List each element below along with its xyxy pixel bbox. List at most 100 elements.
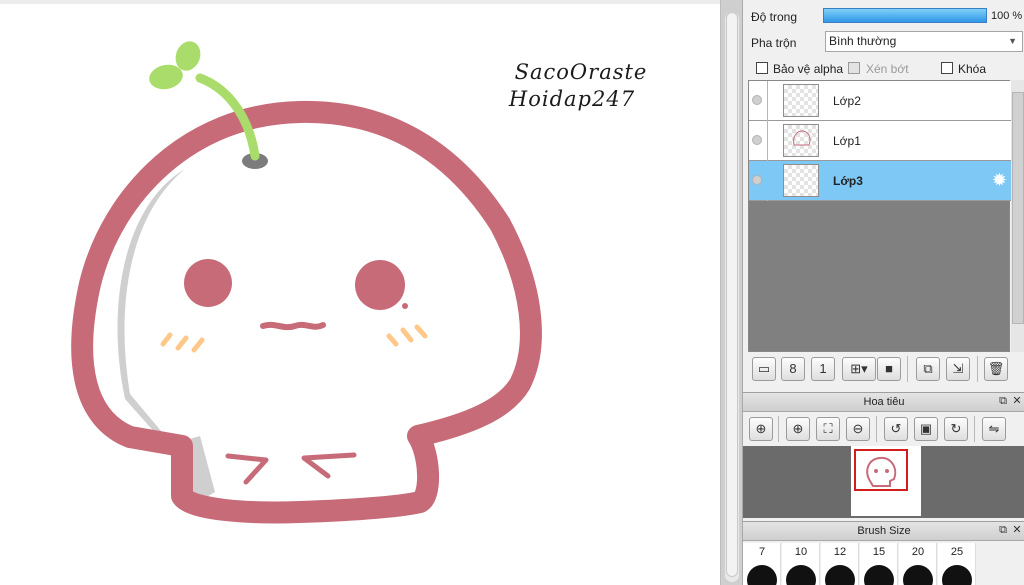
brush-size-15[interactable]: 15: [860, 543, 898, 585]
mouth: [260, 321, 326, 331]
layer-thumbnail-drawing: [793, 130, 811, 146]
toolbar-separator: [778, 416, 779, 442]
opacity-label: Độ trong: [751, 10, 798, 24]
protect-alpha-checkbox[interactable]: [756, 62, 768, 74]
brush-size-label: 12: [833, 546, 847, 558]
zoom-actual-icon[interactable]: ⊕: [749, 417, 773, 441]
clipping-checkbox[interactable]: [848, 62, 860, 74]
new-1bit-layer-icon[interactable]: 1: [811, 357, 835, 381]
chevron-down-icon: ▼: [1008, 36, 1017, 46]
add-layer-menu-icon[interactable]: ⊞▾: [842, 357, 876, 381]
brush-size-label: 7: [758, 546, 766, 558]
zoom-in-icon[interactable]: ⊕: [786, 417, 810, 441]
scrollbar-thumb[interactable]: [726, 12, 738, 577]
blend-mode-value: Bình thường: [829, 34, 897, 48]
blush-left: [160, 332, 205, 353]
layer-list-scrollbar[interactable]: [1011, 80, 1024, 352]
opacity-value: 100 %: [991, 10, 1023, 22]
duplicate-layer-icon[interactable]: ⧉: [916, 357, 940, 381]
new-8bit-layer-label: 8: [789, 361, 797, 376]
flip-horizontal-icon[interactable]: ⇋: [982, 417, 1006, 441]
brush-size-label: 15: [872, 546, 886, 558]
fit-window-icon[interactable]: ⛶: [816, 417, 840, 441]
zoom-out-icon[interactable]: ⊖: [846, 417, 870, 441]
brush-size-10[interactable]: 10: [782, 543, 820, 585]
brush-size-25[interactable]: 25: [938, 543, 976, 585]
opacity-slider[interactable]: [823, 8, 987, 23]
divider: [767, 81, 768, 121]
brush-size-20[interactable]: 20: [899, 543, 937, 585]
rotate-left-icon[interactable]: ↺: [884, 417, 908, 441]
brush-dot: [942, 565, 972, 585]
left-eye: [184, 259, 232, 307]
divider: [767, 121, 768, 161]
layer-row-lop2[interactable]: Lớp2: [749, 81, 1011, 121]
layer-row-lop1[interactable]: Lớp1: [749, 121, 1011, 161]
brush-size-label: 20: [911, 546, 925, 558]
left-foot-mark: [225, 453, 269, 485]
close-icon[interactable]: ✕: [1011, 395, 1023, 407]
layer-name: Lớp2: [833, 94, 861, 108]
right-foot-mark: [301, 452, 357, 479]
blush-right: [386, 324, 428, 347]
layer-panel: Độ trong 100 % Pha trộn Bình thường ▼ Bả…: [742, 0, 1024, 585]
canvas-vertical-scrollbar[interactable]: [725, 12, 739, 582]
layer-thumbnail: [783, 84, 819, 117]
blend-mode-select[interactable]: Bình thường ▼: [825, 31, 1023, 52]
brush-dot: [747, 565, 777, 585]
canvas-scrollbar-track: [720, 0, 742, 585]
layer-row-lop3[interactable]: Lớp3 ✹: [749, 161, 1011, 201]
reset-rotation-icon[interactable]: ▣: [914, 417, 938, 441]
visibility-icon[interactable]: [752, 175, 762, 185]
brush-dot: [825, 565, 855, 585]
layer-thumbnail: [783, 124, 819, 157]
toolbar-separator: [876, 416, 877, 442]
scrollbar-thumb[interactable]: [1012, 92, 1024, 324]
clipping-label: Xén bớt: [866, 62, 909, 76]
toolbar-separator: [907, 356, 908, 382]
delete-layer-icon[interactable]: 🗑: [984, 357, 1008, 381]
lock-checkbox[interactable]: [941, 62, 953, 74]
brush-dot: [903, 565, 933, 585]
navigator-thumbnail: [851, 446, 921, 516]
popout-icon[interactable]: ⧉: [997, 524, 1009, 536]
brush-size-header: Brush Size ⧉ ✕: [743, 521, 1024, 541]
brush-size-12[interactable]: 12: [821, 543, 859, 585]
toolbar-separator: [977, 356, 978, 382]
new-layer-icon[interactable]: ▭: [752, 357, 776, 381]
brush-size-list: 7 10 12 15 20 25: [743, 543, 1009, 585]
popout-icon[interactable]: ⧉: [997, 395, 1009, 407]
brush-size-label: 10: [794, 546, 808, 558]
brush-dot: [786, 565, 816, 585]
navigator-header: Hoa tiêu ⧉ ✕: [743, 392, 1024, 412]
drawing-canvas[interactable]: SacoOraste Hoidap247: [0, 0, 720, 585]
layer-name: Lớp3: [833, 174, 863, 188]
layer-name: Lớp1: [833, 134, 861, 148]
gear-icon[interactable]: ✹: [992, 171, 1007, 189]
navigator-preview[interactable]: [743, 446, 1024, 518]
brush-size-label: 25: [950, 546, 964, 558]
merge-down-icon[interactable]: ⇲: [946, 357, 970, 381]
new-folder-icon[interactable]: ■: [877, 357, 901, 381]
mole-dot: [402, 303, 408, 309]
toolbar-separator: [974, 416, 975, 442]
visibility-icon[interactable]: [752, 135, 762, 145]
layer-thumbnail: [783, 164, 819, 197]
navigator-viewport-frame[interactable]: [854, 449, 908, 491]
signature-watermark: SacoOraste Hoidap247: [486, 59, 676, 113]
divider: [767, 161, 768, 201]
brush-size-7[interactable]: 7: [743, 543, 781, 585]
new-8bit-layer-icon[interactable]: 8: [781, 357, 805, 381]
app-window: SacoOraste Hoidap247 Độ trong 100 % Pha …: [0, 0, 1024, 585]
brush-dot: [864, 565, 894, 585]
layer-list: Lớp2 Lớp1 Lớp3 ✹: [748, 80, 1011, 352]
brush-size-title: Brush Size: [857, 525, 911, 537]
right-eye: [355, 260, 405, 310]
signature-line-2: Hoidap247: [508, 87, 636, 111]
navigator-title: Hoa tiêu: [863, 396, 905, 408]
lock-label: Khóa: [958, 62, 987, 76]
rotate-right-icon[interactable]: ↻: [944, 417, 968, 441]
close-icon[interactable]: ✕: [1011, 524, 1023, 536]
visibility-icon[interactable]: [752, 95, 762, 105]
blend-label: Pha trộn: [751, 36, 797, 50]
